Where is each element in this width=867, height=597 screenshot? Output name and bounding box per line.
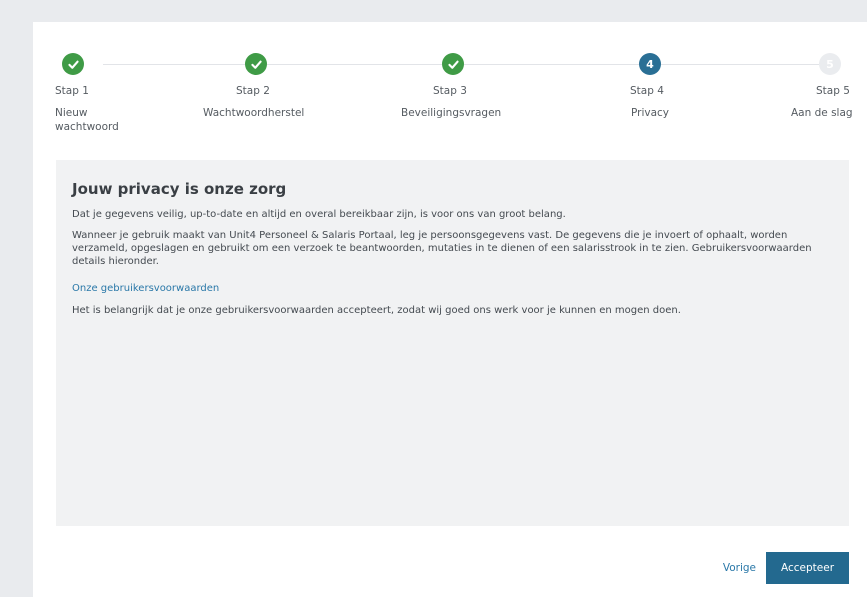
step-2-label: Stap 2 (236, 85, 270, 97)
accept-button[interactable]: Accepteer (766, 552, 849, 584)
stepper-connector (103, 64, 245, 65)
stepper-connector (661, 64, 819, 65)
step-3-label: Stap 3 (433, 85, 467, 97)
stepper-connector (464, 64, 639, 65)
stepper-connector (267, 64, 442, 65)
step-4-number-icon: 4 (639, 53, 661, 75)
step-4-name: Privacy (631, 107, 670, 119)
privacy-panel: Jouw privacy is onze zorg Dat je gegeven… (56, 160, 849, 526)
step-5-number-icon: 5 (819, 53, 841, 75)
step-2-name: Wachtwoordherstel (203, 107, 305, 119)
step-3-check-icon (442, 53, 464, 75)
step-3-name: Beveiligingsvragen (401, 107, 502, 119)
step-1-label: Stap 1 (55, 85, 89, 97)
stepper: Stap 1 Nieuw wachtwoord Stap 2 Wachtwoor… (33, 22, 867, 142)
wizard-card: Stap 1 Nieuw wachtwoord Stap 2 Wachtwoor… (33, 22, 867, 597)
wizard-footer: Vorige Accepteer (723, 552, 849, 584)
privacy-details-text: Wanneer je gebruik maakt van Unit4 Perso… (72, 230, 812, 267)
step-2-check-icon (245, 53, 267, 75)
step-1-name: Nieuw wachtwoord (55, 107, 119, 133)
step-4-label: Stap 4 (630, 85, 664, 97)
privacy-intro-text: Dat je gegevens veilig, up-to-date en al… (72, 209, 566, 220)
privacy-accept-text: Het is belangrijk dat je onze gebruikers… (72, 305, 681, 316)
step-5-name: Aan de slag (791, 107, 853, 119)
step-5-label: Stap 5 (816, 85, 850, 97)
privacy-title: Jouw privacy is onze zorg (72, 180, 287, 198)
previous-button[interactable]: Vorige (723, 562, 756, 574)
step-1-check-icon (62, 53, 84, 75)
terms-link[interactable]: Onze gebruikersvoorwaarden (72, 283, 219, 294)
